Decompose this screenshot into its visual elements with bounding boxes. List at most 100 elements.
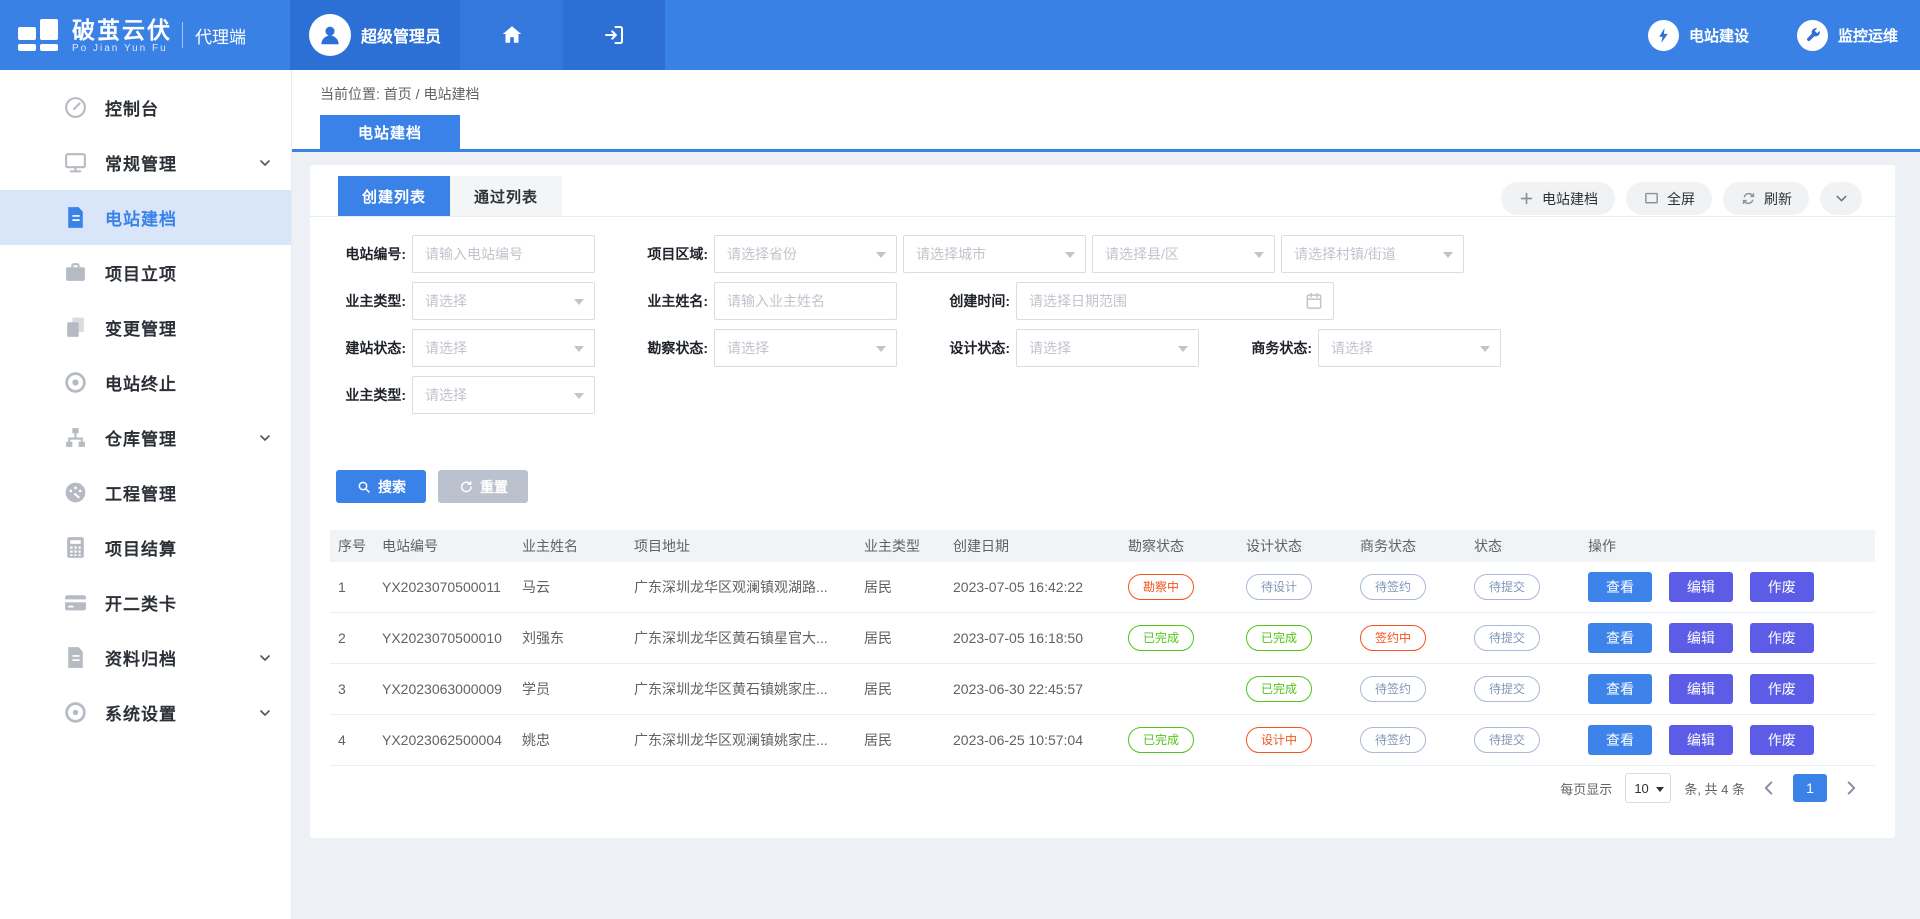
pages-icon [63, 315, 88, 340]
owner-type-select[interactable]: 请选择 [412, 282, 595, 320]
page-tab-station-archive[interactable]: 电站建档 [320, 115, 460, 149]
sidebar-item-project-settlement[interactable]: 项目结算 [0, 520, 291, 575]
sidebar-item-label: 控制台 [105, 95, 159, 120]
user-menu[interactable]: 超级管理员 [290, 0, 460, 70]
logout-button[interactable] [563, 0, 665, 70]
brand-logo-icon [16, 15, 62, 55]
fullscreen-icon [1643, 190, 1660, 207]
tab-passed-list[interactable]: 通过列表 [450, 176, 562, 216]
nav-monitor-ops[interactable]: 监控运维 [1797, 20, 1898, 51]
view-button[interactable]: 查看 [1588, 674, 1652, 704]
edit-button[interactable]: 编辑 [1669, 725, 1733, 755]
sidebar-item-type2-card[interactable]: 开二类卡 [0, 575, 291, 630]
cell-created-date: 2023-06-30 22:45:57 [945, 681, 1120, 697]
business-status-badge: 签约中 [1360, 625, 1426, 651]
station-table: 序号 电站编号 业主姓名 项目地址 业主类型 创建日期 勘察状态 设计状态 商务… [330, 530, 1875, 766]
caret-down-icon [876, 252, 886, 258]
void-button[interactable]: 作废 [1750, 572, 1814, 602]
user-name: 超级管理员 [361, 23, 441, 47]
chevron-down-icon [257, 155, 273, 171]
status-badge: 待提交 [1474, 625, 1540, 651]
col-header: 商务状态 [1352, 536, 1466, 556]
refresh-button[interactable]: 刷新 [1723, 182, 1809, 215]
design-status-badge: 已完成 [1246, 676, 1312, 702]
brand-title: 破茧云伏 [72, 17, 172, 43]
brand-subtitle: Po Jian Yun Fu [72, 43, 172, 54]
business-status-badge: 待签约 [1360, 727, 1426, 753]
lightning-icon [1648, 20, 1679, 51]
search-button[interactable]: 搜索 [336, 470, 426, 503]
void-button[interactable]: 作废 [1750, 725, 1814, 755]
total-count-label: 条, 共 4 条 [1684, 779, 1745, 798]
collapse-button[interactable] [1820, 182, 1862, 215]
search-icon [356, 479, 372, 495]
province-select[interactable]: 请选择省份 [714, 235, 897, 273]
edit-button[interactable]: 编辑 [1669, 674, 1733, 704]
col-header: 序号 [330, 536, 374, 556]
edit-button[interactable]: 编辑 [1669, 572, 1733, 602]
per-page-select[interactable]: 10 [1625, 773, 1671, 803]
breadcrumb-home-link[interactable]: 首页 [384, 86, 412, 102]
nav-station-build[interactable]: 电站建设 [1648, 20, 1749, 51]
panel-toolbar: 电站建档 全屏 刷新 [1501, 182, 1862, 215]
village-select[interactable]: 请选择村镇/街道 [1281, 235, 1464, 273]
fullscreen-label: 全屏 [1667, 189, 1695, 209]
prev-page-icon[interactable] [1758, 777, 1780, 799]
design-status-badge: 待设计 [1246, 574, 1312, 600]
owner-type2-label: 业主类型: [338, 385, 406, 405]
user-icon [317, 22, 343, 48]
caret-down-icon [876, 346, 886, 352]
view-button[interactable]: 查看 [1588, 623, 1652, 653]
sidebar-item-engineering-mgmt[interactable]: 工程管理 [0, 465, 291, 520]
sidebar-item-system-settings[interactable]: 系统设置 [0, 685, 291, 740]
sidebar-item-station-termination[interactable]: 电站终止 [0, 355, 291, 410]
archive-icon [63, 645, 88, 670]
reset-button[interactable]: 重置 [438, 470, 528, 503]
col-header: 状态 [1466, 536, 1580, 556]
build-status-label: 建站状态: [338, 338, 406, 358]
create-station-button[interactable]: 电站建档 [1501, 182, 1615, 215]
home-button[interactable] [460, 0, 563, 70]
void-button[interactable]: 作废 [1750, 623, 1814, 653]
sidebar-item-change-mgmt[interactable]: 变更管理 [0, 300, 291, 355]
void-button[interactable]: 作废 [1750, 674, 1814, 704]
calculator-icon [63, 535, 88, 560]
build-status-select[interactable]: 请选择 [412, 329, 595, 367]
station-code-input[interactable] [412, 235, 595, 273]
sitemap-icon [63, 425, 88, 450]
table-row: 4 YX2023062500004 姚忠 广东深圳龙华区观澜镇姚家庄... 居民… [330, 715, 1875, 766]
status-badge: 待提交 [1474, 574, 1540, 600]
page-number-button[interactable]: 1 [1793, 774, 1827, 802]
sidebar-item-warehouse-mgmt[interactable]: 仓库管理 [0, 410, 291, 465]
edit-button[interactable]: 编辑 [1669, 623, 1733, 653]
sidebar-item-data-archive[interactable]: 资料归档 [0, 630, 291, 685]
sidebar-item-station-archive[interactable]: 电站建档 [0, 190, 291, 245]
created-range-picker[interactable] [1016, 282, 1334, 320]
business-status-select[interactable]: 请选择 [1318, 329, 1501, 367]
monitor-icon [63, 150, 88, 175]
view-button[interactable]: 查看 [1588, 572, 1652, 602]
document-icon [63, 205, 88, 230]
owner-type2-select[interactable]: 请选择 [412, 376, 595, 414]
view-button[interactable]: 查看 [1588, 725, 1652, 755]
survey-status-badge: 勘察中 [1128, 574, 1194, 600]
fullscreen-button[interactable]: 全屏 [1626, 182, 1712, 215]
chevron-down-icon [257, 650, 273, 666]
city-select[interactable]: 请选择城市 [903, 235, 1086, 273]
created-range-label: 创建时间: [942, 291, 1010, 311]
region-label: 项目区域: [640, 244, 708, 264]
cell-owner-name: 马云 [514, 577, 626, 597]
survey-status-select[interactable]: 请选择 [714, 329, 897, 367]
cell-created-date: 2023-06-25 10:57:04 [945, 732, 1120, 748]
table-row: 1 YX2023070500011 马云 广东深圳龙华区观澜镇观湖路... 居民… [330, 562, 1875, 613]
created-range-input[interactable] [1016, 282, 1334, 320]
topbar-spacer [665, 0, 1648, 70]
owner-name-input[interactable] [714, 282, 897, 320]
sidebar-item-project-initiation[interactable]: 项目立项 [0, 245, 291, 300]
next-page-icon[interactable] [1840, 777, 1862, 799]
tab-create-list[interactable]: 创建列表 [338, 176, 450, 216]
design-status-select[interactable]: 请选择 [1016, 329, 1199, 367]
sidebar-item-console[interactable]: 控制台 [0, 80, 291, 135]
county-select[interactable]: 请选择县/区 [1092, 235, 1275, 273]
sidebar-item-general-mgmt[interactable]: 常规管理 [0, 135, 291, 190]
